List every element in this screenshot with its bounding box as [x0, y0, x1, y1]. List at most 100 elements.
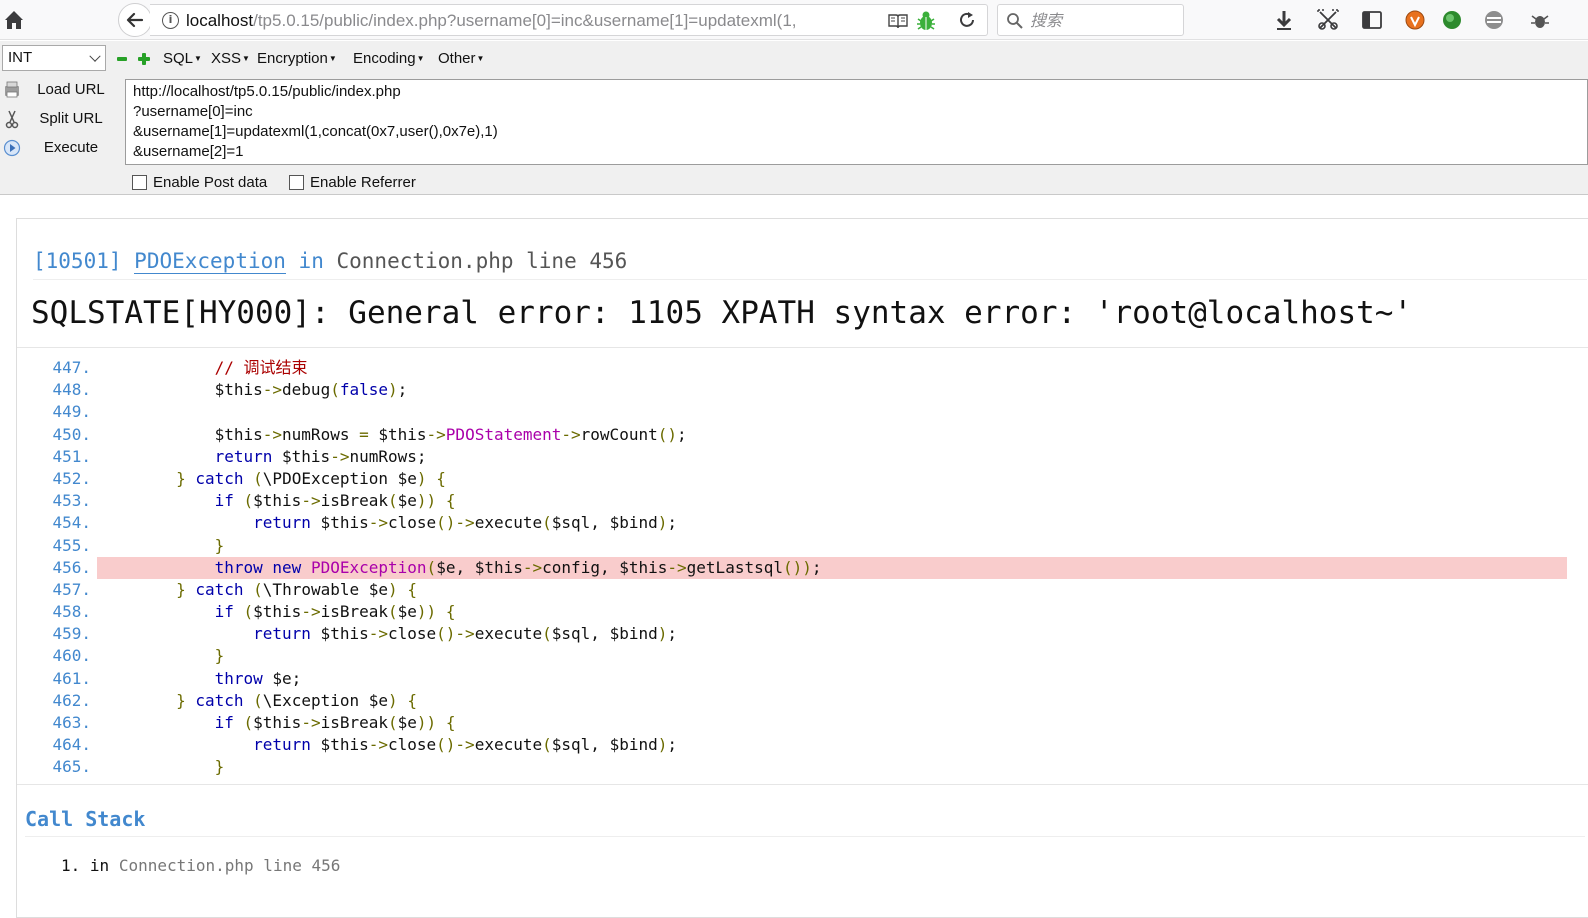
search-input[interactable]	[1030, 9, 1178, 31]
browser-toolbar: i localhost/tp5.0.15/public/index.php?us…	[0, 0, 1588, 40]
url-line-3: &username[1]=updatexml(1,concat(0x7,user…	[133, 123, 498, 140]
dropdown-arrow-icon: ▼	[416, 54, 425, 63]
dropdown-arrow-icon: ▼	[476, 54, 485, 63]
bug-icon[interactable]	[916, 10, 936, 32]
back-arrow-icon	[126, 12, 144, 28]
sidebar-icon[interactable]	[1360, 8, 1384, 32]
menu-sql-label: SQL	[163, 50, 194, 67]
menu-encryption-label: Encryption	[257, 50, 328, 67]
type-select-value: INT	[8, 49, 33, 66]
download-icon[interactable]	[1272, 8, 1296, 32]
url-text[interactable]: localhost/tp5.0.15/public/index.php?user…	[186, 11, 862, 31]
line-number: 459.	[52, 624, 91, 644]
menu-other-label: Other	[438, 50, 476, 67]
line-number: 454.	[52, 513, 91, 533]
line-number: 457.	[52, 579, 91, 599]
enable-post-checkbox[interactable]: Enable Post data	[132, 172, 267, 192]
home-icon[interactable]	[2, 8, 26, 32]
line-number-gutter: 447. 448. 449. 450. 451. 452. 453. 454. …	[17, 357, 97, 779]
menu-xss[interactable]: XSS▼	[211, 50, 250, 68]
line-number: 456.	[52, 557, 91, 577]
menu-xss-label: XSS	[211, 50, 242, 67]
url-textarea[interactable]: http://localhost/tp5.0.15/public/index.p…	[125, 79, 1588, 165]
code-line: } catch (\Throwable $e) {	[176, 579, 417, 599]
dropdown-arrow-icon: ▼	[194, 54, 202, 63]
code-line: }	[214, 535, 225, 555]
code-line: if ($this->isBreak($e)) {	[214, 602, 456, 622]
menu-encoding-label: Encoding	[353, 50, 416, 67]
increase-icon[interactable]	[138, 53, 150, 65]
checkbox-box[interactable]	[132, 174, 147, 190]
search-bar[interactable]	[997, 4, 1184, 36]
url-bar[interactable]: i localhost/tp5.0.15/public/index.php?us…	[150, 4, 988, 36]
exception-in: in	[298, 249, 324, 273]
code-line: throw $e;	[214, 668, 302, 688]
exception-message: SQLSTATE[HY000]: General error: 1105 XPA…	[31, 295, 1413, 331]
execute-play-icon	[3, 139, 21, 157]
code-line: // 调试结束	[214, 358, 308, 377]
code-line: return $this->close()->execute($sql, $bi…	[253, 513, 678, 533]
line-number: 465.	[52, 757, 91, 777]
line-number: 462.	[52, 690, 91, 710]
call-stack-file: Connection.php line 456	[118, 856, 341, 875]
code-line: return $this->numRows;	[214, 446, 427, 466]
extension-gray-icon[interactable]	[1482, 8, 1506, 32]
url-path: /tp5.0.15/public/index.php?username[0]=i…	[253, 11, 797, 30]
load-url-icon	[5, 81, 19, 98]
line-number: 461.	[52, 668, 91, 688]
menu-encoding[interactable]: Encoding▼	[353, 50, 424, 68]
execute-label: Execute	[43, 139, 99, 156]
code-line: if ($this->isBreak($e)) {	[214, 491, 456, 511]
enable-post-label: Enable Post data	[153, 173, 268, 191]
type-select[interactable]: INT	[2, 45, 106, 71]
extension-orange-icon[interactable]	[1403, 8, 1427, 32]
reload-icon[interactable]	[957, 10, 977, 30]
decrease-icon[interactable]	[117, 57, 127, 61]
line-number: 460.	[52, 646, 91, 666]
line-number: 464.	[52, 735, 91, 755]
execute-button[interactable]: Execute	[0, 135, 122, 161]
source-code: 447. 448. 449. 450. 451. 452. 453. 454. …	[17, 349, 1588, 785]
call-stack-title: Call Stack	[25, 807, 146, 831]
scissors-icon	[5, 110, 19, 129]
menu-sql[interactable]: SQL▼	[163, 50, 202, 68]
dropdown-arrow-icon: ▼	[328, 54, 337, 63]
hackbar-panel: INT SQL▼ XSS▼ Encryption▼ Encoding▼ Othe…	[0, 41, 1588, 195]
code-line: $this->numRows = $this->PDOStatement->ro…	[99, 424, 687, 444]
line-number: 447.	[52, 358, 91, 377]
error-code: [10501]	[33, 249, 122, 273]
exception-title: [10501] PDOException in Connection.php l…	[33, 249, 628, 274]
back-button[interactable]	[118, 3, 152, 37]
divider	[25, 836, 1585, 837]
call-stack-in: in	[89, 856, 110, 875]
split-url-button[interactable]: Split URL	[0, 106, 122, 132]
code-line: }	[214, 757, 225, 777]
exception-file: Connection.php line 456	[336, 249, 628, 273]
line-number: 458.	[52, 602, 91, 622]
chevron-down-icon	[89, 50, 101, 62]
load-url-button[interactable]: Load URL	[0, 77, 122, 103]
exception-class-link[interactable]: PDOException	[134, 249, 286, 274]
extension-bug-icon[interactable]	[1528, 8, 1552, 32]
exception-header: [10501] PDOException in Connection.php l…	[17, 219, 1588, 348]
screenshot-icon[interactable]	[1316, 8, 1340, 32]
call-stack-item: 1. in Connection.php line 456	[61, 856, 340, 875]
line-number: 455.	[52, 535, 91, 555]
line-number: 452.	[52, 468, 91, 488]
menu-encryption[interactable]: Encryption▼	[257, 50, 337, 68]
code-line-highlighted: throw new PDOException($e, $this->config…	[97, 556, 1567, 579]
split-url-label: Split URL	[39, 110, 103, 127]
line-number: 451.	[52, 446, 91, 466]
checkbox-box[interactable]	[289, 174, 304, 190]
reader-view-icon[interactable]	[888, 13, 908, 29]
enable-referrer-label: Enable Referrer	[310, 173, 416, 191]
extension-green-icon[interactable]	[1440, 8, 1464, 32]
site-info-icon[interactable]: i	[162, 12, 179, 29]
code-line: }	[214, 646, 225, 666]
url-line-4: &username[2]=1	[133, 143, 244, 160]
load-url-label: Load URL	[37, 81, 105, 98]
enable-referrer-checkbox[interactable]: Enable Referrer	[289, 172, 416, 192]
code-lines: // 调试结束 $this->debug(false); $this->numR…	[97, 357, 1567, 779]
menu-other[interactable]: Other▼	[438, 50, 484, 68]
